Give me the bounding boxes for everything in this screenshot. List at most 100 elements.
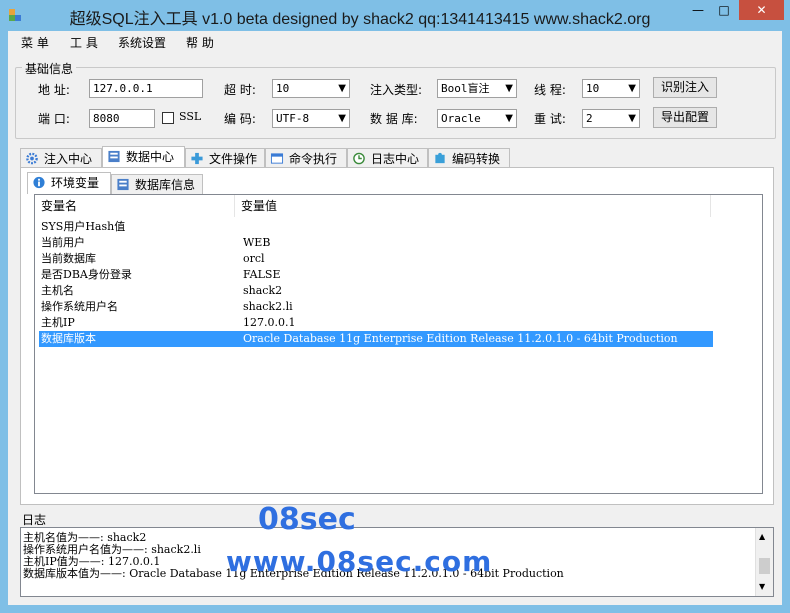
chevron-down-icon: ▼ [505,83,513,94]
port-input[interactable]: 8080 [89,109,155,128]
close-button[interactable]: ✕ [739,0,784,20]
threads-value: 10 [586,82,600,95]
subtab-label: 数据库信息 [135,178,196,192]
database-value: Oracle [441,112,481,125]
puzzle-icon [435,152,445,164]
database-icon [117,178,129,191]
tab-label: 注入中心 [44,152,93,166]
table-row[interactable]: 是否DBA身份登录 FALSE [39,267,713,283]
menu-bar: 菜 单 工 具 系统设置 帮 助 [8,31,782,53]
ssl-checkbox[interactable] [162,112,174,124]
retry-value: 2 [586,112,593,125]
subtab-db-info[interactable]: 数据库信息 [111,174,203,194]
title-bar[interactable]: 超级SQL注入工具 v1.0 beta designed by shack2 q… [0,0,790,30]
database-label: 数 据 库: [370,112,418,126]
row-value: FALSE [243,268,281,281]
inject-type-select[interactable]: Bool盲注 ▼ [437,79,517,98]
scroll-thumb[interactable] [759,558,770,574]
tab-label: 编码转换 [452,152,501,166]
port-label: 端 口: [38,112,70,126]
encoding-label: 编 码: [224,112,256,126]
inject-type-label: 注入类型: [370,83,423,97]
table-row-selected[interactable]: 数据库版本 Oracle Database 11g Enterprise Edit… [39,331,713,347]
row-value: orcl [243,252,265,265]
tab-label: 命令执行 [289,152,338,166]
scroll-down-icon[interactable]: ▼ [759,582,765,591]
threads-label: 线 程: [534,83,566,97]
env-vars-list[interactable]: 变量名 变量值 SYS用户Hash值 当前用户 WEB 当前数据库 orcl 是否D… [34,194,763,494]
inject-type-value: Bool盲注 [441,82,490,95]
tab-inject-center[interactable]: 注入中心 [20,148,102,168]
menu-item-menu[interactable]: 菜 单 [21,34,49,51]
scroll-up-icon[interactable]: ▲ [759,532,765,541]
table-row[interactable]: 当前用户 WEB [39,235,713,251]
tab-label: 日志中心 [371,152,420,166]
retry-select[interactable]: 2 ▼ [582,109,640,128]
tab-data-center[interactable]: 数据中心 [102,146,185,168]
column-header-name[interactable]: 变量名 [35,195,235,217]
database-select[interactable]: Oracle ▼ [437,109,517,128]
data-center-panel: 环境变量 数据库信息 变量名 变量值 SYS用户Hash值 当前用户 WEB 当前… [20,167,774,505]
watermark-logo: 08sec [258,502,356,537]
file-ops-icon [191,152,203,165]
menu-item-tools[interactable]: 工 具 [70,34,98,51]
window-icon [270,153,284,164]
table-row[interactable]: 操作系统用户名 shack2.li [39,299,713,315]
row-name: 是否DBA身份登录 [41,268,132,281]
tab-log-center[interactable]: 日志中心 [347,148,428,168]
row-name: 操作系统用户名 [41,300,118,313]
history-icon [353,152,365,165]
chevron-down-icon: ▼ [338,113,346,124]
identify-injection-button[interactable]: 识别注入 [653,77,717,98]
app-window: 超级SQL注入工具 v1.0 beta designed by shack2 q… [0,0,790,613]
address-input[interactable]: 127.0.0.1 [89,79,203,98]
watermark-url: www.08sec.com [226,545,493,578]
row-name: 当前用户 [41,236,85,249]
row-name: 主机名 [41,284,74,297]
column-header-value[interactable]: 变量值 [235,195,711,217]
threads-select[interactable]: 10 ▼ [582,79,640,98]
chevron-down-icon: ▼ [505,113,513,124]
tab-file-ops[interactable]: 文件操作 [185,148,265,168]
row-name: 当前数据库 [41,252,96,265]
maximize-button[interactable]: □ [711,0,737,20]
tab-label: 文件操作 [209,152,258,166]
gear-icon [26,152,38,165]
database-icon [108,150,120,163]
encoding-select[interactable]: UTF-8 ▼ [272,109,350,128]
tab-label: 数据中心 [126,150,175,164]
retry-label: 重 试: [534,112,566,126]
chevron-down-icon: ▼ [628,113,636,124]
export-config-button[interactable]: 导出配置 [653,107,717,128]
row-value: WEB [243,236,271,249]
menu-item-help[interactable]: 帮 助 [186,34,214,51]
tab-encode-convert[interactable]: 编码转换 [428,148,510,168]
address-label: 地 址: [38,83,70,97]
timeout-value: 10 [276,82,290,95]
table-row[interactable]: 当前数据库 orcl [39,251,713,267]
client-area: 菜 单 工 具 系统设置 帮 助 基础信息 地 址: 127.0.0.1 端 口… [8,31,782,605]
row-value: Oracle Database 11g Enterprise Edition R… [243,332,678,345]
tab-command-exec[interactable]: 命令执行 [265,148,347,168]
log-title: 日志 [22,513,47,527]
table-row[interactable]: SYS用户Hash值 [39,219,713,235]
row-value: shack2 [243,284,283,297]
chevron-down-icon: ▼ [338,83,346,94]
subtab-env-vars[interactable]: 环境变量 [27,172,111,194]
basic-info-title: 基础信息 [22,60,77,77]
menu-item-settings[interactable]: 系统设置 [118,34,166,51]
timeout-select[interactable]: 10 ▼ [272,79,350,98]
row-name: 主机IP [41,316,75,329]
chevron-down-icon: ▼ [628,83,636,94]
table-row[interactable]: 主机IP 127.0.0.1 [39,315,713,331]
log-scrollbar[interactable]: ▲ ▼ [755,528,773,596]
row-name: SYS用户Hash值 [41,220,126,233]
table-row[interactable]: 主机名 shack2 [39,283,713,299]
timeout-label: 超 时: [224,83,256,97]
subtab-label: 环境变量 [51,176,100,190]
row-value: 127.0.0.1 [243,316,296,329]
minimize-button[interactable]: — [685,0,711,20]
ssl-label: SSL [179,110,202,123]
encoding-value: UTF-8 [276,112,310,125]
basic-info-group: 基础信息 地 址: 127.0.0.1 端 口: 8080 SSL 超 时: 1… [15,60,776,139]
